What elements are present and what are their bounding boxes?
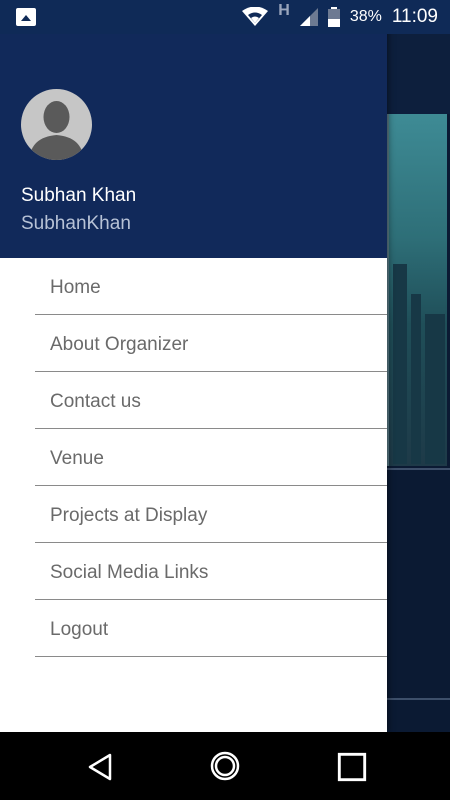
menu-item-label: Projects at Display [50,505,208,526]
menu-item-contact-us[interactable]: Contact us [0,372,387,429]
wifi-icon [242,7,269,26]
background-city-banner [387,114,447,466]
menu-divider [35,656,387,657]
battery-icon [327,7,340,27]
menu-item-label: Home [50,277,101,298]
background-section [387,468,450,698]
drawer-menu: Home About Organizer Contact us Venue Pr… [0,258,387,657]
background-divider [387,698,450,700]
navigation-drawer: Subhan Khan SubhanKhan Home About Organi… [0,0,387,732]
menu-item-venue[interactable]: Venue [0,429,387,486]
menu-item-label: Logout [50,619,109,640]
clock-time: 11:09 [391,6,438,27]
user-name: Subhan Khan [21,185,137,206]
signal-icon [299,8,318,26]
network-type-label: H [278,2,290,19]
battery-percent: 38% [349,8,382,25]
status-bar: H 38% 11:09 [0,0,450,34]
menu-item-label: Contact us [50,391,141,412]
back-icon[interactable] [86,752,116,782]
image-icon [16,8,36,26]
avatar[interactable] [21,89,92,160]
home-icon[interactable] [209,750,241,782]
person-silhouette-icon [29,101,84,160]
drawer-header: Subhan Khan SubhanKhan [0,0,387,258]
menu-item-about-organizer[interactable]: About Organizer [0,315,387,372]
menu-item-home[interactable]: Home [0,258,387,315]
menu-item-label: Social Media Links [50,562,209,583]
recent-apps-icon[interactable] [337,752,367,782]
menu-item-label: Venue [50,448,104,469]
menu-item-projects-at-display[interactable]: Projects at Display [0,486,387,543]
menu-item-label: About Organizer [50,334,189,355]
user-handle: SubhanKhan [21,213,131,234]
system-navigation-bar [0,732,450,800]
menu-item-logout[interactable]: Logout [0,600,387,657]
menu-item-social-media-links[interactable]: Social Media Links [0,543,387,600]
